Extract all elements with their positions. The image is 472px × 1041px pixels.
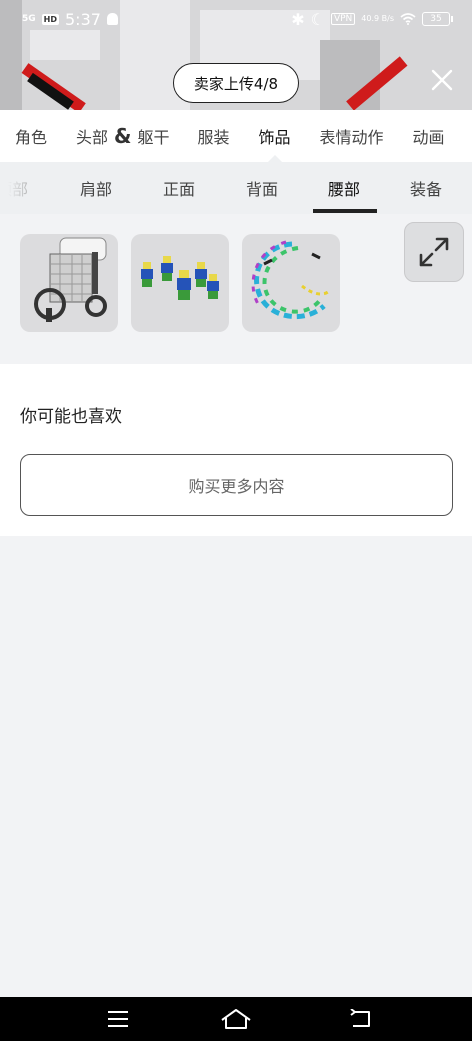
subtab-front[interactable]: 正面 <box>163 162 195 214</box>
menu-icon <box>108 1011 128 1027</box>
item-card-mini-figures[interactable] <box>131 234 229 332</box>
expand-preview-button[interactable] <box>404 222 464 282</box>
wheelchair-item-icon <box>34 237 107 322</box>
wifi-icon <box>400 10 416 29</box>
vpn-badge: VPN <box>330 13 356 25</box>
home-nav-button[interactable] <box>216 1005 256 1033</box>
home-icon <box>221 1009 251 1029</box>
active-subtab-indicator <box>313 209 377 213</box>
item-card-rainbow-aura[interactable] <box>242 234 340 332</box>
buy-more-button[interactable]: 购买更多内容 <box>20 454 453 516</box>
subtab-back[interactable]: 背面 <box>246 162 278 214</box>
subcategory-tab-bar: 颈部 肩部 正面 背面 腰部 装备 <box>0 162 472 214</box>
system-nav-bar <box>0 997 472 1041</box>
status-time: 5:37 <box>65 9 101 29</box>
back-icon <box>350 1009 370 1027</box>
item-card-wheelchair[interactable] <box>20 234 118 332</box>
mini-figures-item-icon <box>141 256 219 300</box>
back-nav-button[interactable] <box>340 1005 380 1033</box>
bluetooth-icon: ✱ <box>291 9 305 29</box>
tab-emotes[interactable]: 表情动作 <box>320 110 384 162</box>
recommendation-title: 你可能也喜欢 <box>20 407 122 427</box>
subtab-waist[interactable]: 腰部 <box>328 162 360 214</box>
recommendation-section: 你可能也喜欢 购买更多内容 <box>0 364 472 536</box>
status-bar: 5G HD 5:37 ✱ ☾ VPN 40.9 B/s 35 <box>0 0 472 38</box>
rainbow-aura-item-icon <box>251 240 329 320</box>
item-grid <box>0 214 472 364</box>
notification-bell-icon <box>106 13 118 25</box>
subtab-shoulder[interactable]: 肩部 <box>80 162 112 214</box>
tab-head-and-body[interactable]: 头部 & 躯干 <box>76 110 169 162</box>
tab-animations[interactable]: 动画 <box>413 110 445 162</box>
close-icon <box>431 69 453 91</box>
net-speed: 40.9 B/s <box>361 14 394 23</box>
hd-badge: HD <box>41 13 59 25</box>
tab-accessories[interactable]: 饰品 <box>259 110 291 162</box>
category-tab-bar: 角色 头部 & 躯干 服装 饰品 表情动作 动画 <box>0 110 472 162</box>
menu-nav-button[interactable] <box>98 1005 138 1033</box>
tab-character[interactable]: 角色 <box>15 110 47 162</box>
subtab-gear[interactable]: 装备 <box>410 162 442 214</box>
tab-clothing[interactable]: 服装 <box>198 110 230 162</box>
battery-icon: 35 <box>422 12 453 26</box>
expand-icon <box>419 237 449 267</box>
battery-level: 35 <box>430 14 442 24</box>
moon-icon: ☾ <box>310 9 325 29</box>
network-indicator: 5G <box>22 13 36 24</box>
close-button[interactable] <box>424 62 460 98</box>
seller-upload-counter[interactable]: 卖家上传4/8 <box>173 63 299 103</box>
